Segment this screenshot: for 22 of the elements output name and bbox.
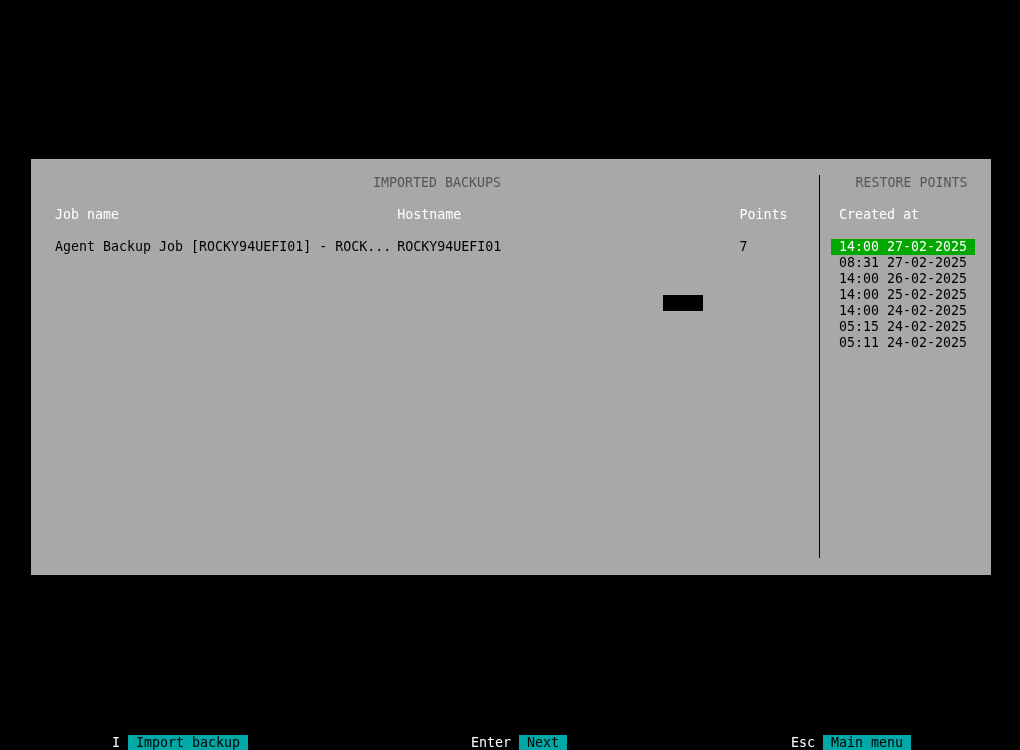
table-cell-text: ROCKY94UEFI01 — [397, 239, 503, 255]
restore-point-item[interactable]: 05:11 24-02-2025 — [831, 335, 975, 351]
hotkey-action[interactable]: Import backup — [128, 735, 249, 750]
column-header: Points — [739, 207, 789, 223]
restore-point-item[interactable]: 14:00 24-02-2025 — [831, 303, 975, 319]
hotkey-label: I — [112, 735, 120, 750]
restore-point-item[interactable]: 08:31 27-02-2025 — [831, 255, 975, 271]
hotkey-action[interactable]: Main menu — [823, 735, 912, 750]
restore-point-item[interactable]: 14:00 25-02-2025 — [831, 287, 975, 303]
hotkey-label: Esc — [791, 735, 816, 750]
column-header: Job name — [55, 207, 121, 223]
hotkey-action[interactable]: Next — [519, 735, 568, 750]
table-cell-text: Agent Backup Job [ROCKY94UEFI01] - ROCK... — [55, 239, 393, 255]
table-cell-text: 7 — [739, 239, 749, 255]
hotkey-label: Enter — [471, 735, 512, 750]
column-header: Hostname — [397, 207, 463, 223]
cursor-block — [663, 295, 703, 311]
section-title: RESTORE POINTS — [854, 175, 969, 191]
restore-point-item[interactable]: 05:15 24-02-2025 — [831, 319, 975, 335]
section-title: IMPORTED BACKUPS — [371, 175, 503, 191]
column-header: Created at — [838, 207, 921, 223]
restore-point-item[interactable]: 14:00 26-02-2025 — [831, 271, 975, 287]
